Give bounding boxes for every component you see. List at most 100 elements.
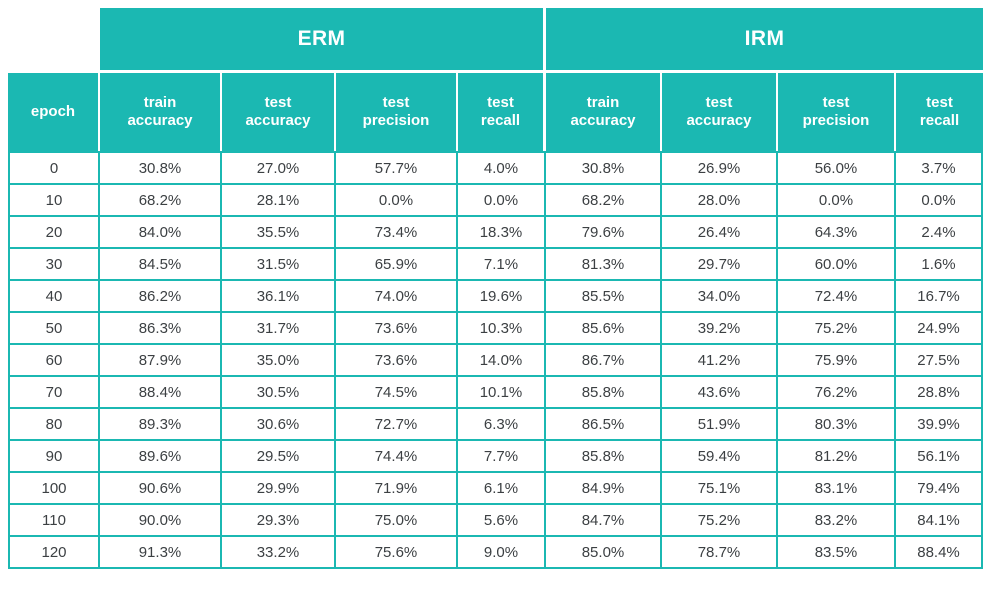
column-header-epoch: epoch [8, 70, 100, 151]
cell-metric: 10.3% [458, 313, 546, 345]
cell-metric: 75.2% [778, 313, 896, 345]
column-header-line1: test [705, 93, 733, 111]
cell-metric: 41.2% [662, 345, 778, 377]
cell-metric: 7.7% [458, 441, 546, 473]
cell-metric: 30.5% [222, 377, 336, 409]
cell-metric: 74.5% [336, 377, 458, 409]
cell-metric: 91.3% [100, 537, 222, 569]
cell-metric: 51.9% [662, 409, 778, 441]
cell-metric: 39.9% [896, 409, 984, 441]
cell-metric: 86.7% [546, 345, 662, 377]
column-header-irm-test-accuracy: test accuracy [662, 70, 778, 151]
cell-metric: 28.8% [896, 377, 984, 409]
column-header-line2: accuracy [127, 112, 193, 129]
cell-metric: 72.4% [778, 281, 896, 313]
cell-metric: 83.1% [778, 473, 896, 505]
cell-metric: 36.1% [222, 281, 336, 313]
cell-epoch: 100 [8, 473, 100, 505]
cell-metric: 76.2% [778, 377, 896, 409]
cell-metric: 68.2% [100, 185, 222, 217]
cell-epoch: 110 [8, 505, 100, 537]
table-row: 110 90.0% 29.3% 75.0% 5.6% 84.7% 75.2% 83.2% 84.… [8, 505, 984, 537]
cell-metric: 60.0% [778, 249, 896, 281]
cell-epoch: 80 [8, 409, 100, 441]
cell-metric: 72.7% [336, 409, 458, 441]
cell-metric: 73.6% [336, 345, 458, 377]
group-header-irm: IRM [546, 8, 984, 70]
cell-metric: 43.6% [662, 377, 778, 409]
cell-epoch: 60 [8, 345, 100, 377]
column-header-erm-test-accuracy: test accuracy [222, 70, 336, 151]
cell-metric: 68.2% [546, 185, 662, 217]
column-header-line2: accuracy [570, 112, 636, 129]
table-row: 80 89.3% 30.6% 72.7% 6.3% 86.5% 51.9% 80.3% 39.9… [8, 409, 984, 441]
cell-metric: 27.5% [896, 345, 984, 377]
cell-metric: 64.3% [778, 217, 896, 249]
cell-epoch: 50 [8, 313, 100, 345]
cell-metric: 31.7% [222, 313, 336, 345]
cell-metric: 29.7% [662, 249, 778, 281]
cell-metric: 56.1% [896, 441, 984, 473]
cell-metric: 6.3% [458, 409, 546, 441]
cell-metric: 57.7% [336, 151, 458, 185]
cell-epoch: 0 [8, 151, 100, 185]
cell-metric: 59.4% [662, 441, 778, 473]
cell-metric: 19.6% [458, 281, 546, 313]
cell-metric: 71.9% [336, 473, 458, 505]
cell-metric: 26.9% [662, 151, 778, 185]
table-row: 70 88.4% 30.5% 74.5% 10.1% 85.8% 43.6% 76.2% 28.… [8, 377, 984, 409]
cell-epoch: 10 [8, 185, 100, 217]
table-row: 10 68.2% 28.1% 0.0% 0.0% 68.2% 28.0% 0.0% 0.0% [8, 185, 984, 217]
cell-metric: 79.6% [546, 217, 662, 249]
cell-metric: 75.0% [336, 505, 458, 537]
cell-metric: 2.4% [896, 217, 984, 249]
cell-metric: 84.1% [896, 505, 984, 537]
cell-metric: 1.6% [896, 249, 984, 281]
cell-metric: 6.1% [458, 473, 546, 505]
cell-epoch: 90 [8, 441, 100, 473]
cell-metric: 0.0% [458, 185, 546, 217]
group-header-empty [8, 8, 100, 70]
results-table-container: ERM IRM epoch train accuracy test accura… [8, 8, 984, 575]
cell-metric: 86.5% [546, 409, 662, 441]
cell-metric: 5.6% [458, 505, 546, 537]
cell-metric: 18.3% [458, 217, 546, 249]
cell-metric: 85.0% [546, 537, 662, 569]
column-header-erm-test-precision: test precision [336, 70, 458, 151]
cell-metric: 84.9% [546, 473, 662, 505]
cell-metric: 65.9% [336, 249, 458, 281]
cell-metric: 75.9% [778, 345, 896, 377]
cell-metric: 89.3% [100, 409, 222, 441]
cell-metric: 75.2% [662, 505, 778, 537]
cell-metric: 27.0% [222, 151, 336, 185]
cell-metric: 9.0% [458, 537, 546, 569]
cell-metric: 3.7% [896, 151, 984, 185]
cell-metric: 0.0% [778, 185, 896, 217]
cell-metric: 80.3% [778, 409, 896, 441]
cell-epoch: 20 [8, 217, 100, 249]
cell-metric: 85.6% [546, 313, 662, 345]
column-header-line2: recall [919, 112, 960, 129]
cell-metric: 35.0% [222, 345, 336, 377]
cell-epoch: 30 [8, 249, 100, 281]
cell-metric: 56.0% [778, 151, 896, 185]
column-header-erm-test-recall: test recall [458, 70, 546, 151]
group-header-row: ERM IRM [8, 8, 984, 70]
results-table: ERM IRM epoch train accuracy test accura… [8, 8, 984, 569]
cell-metric: 85.5% [546, 281, 662, 313]
cell-metric: 28.0% [662, 185, 778, 217]
table-head: ERM IRM epoch train accuracy test accura… [8, 8, 984, 151]
cell-metric: 4.0% [458, 151, 546, 185]
cell-metric: 89.6% [100, 441, 222, 473]
column-header-line1: test [822, 93, 850, 111]
cell-metric: 81.2% [778, 441, 896, 473]
cell-metric: 34.0% [662, 281, 778, 313]
cell-metric: 39.2% [662, 313, 778, 345]
table-row: 0 30.8% 27.0% 57.7% 4.0% 30.8% 26.9% 56.0% 3.7% [8, 151, 984, 185]
column-header-line1: train [586, 93, 620, 111]
table-row: 120 91.3% 33.2% 75.6% 9.0% 85.0% 78.7% 83.5% 88.… [8, 537, 984, 569]
cell-metric: 31.5% [222, 249, 336, 281]
cell-metric: 90.6% [100, 473, 222, 505]
cell-epoch: 40 [8, 281, 100, 313]
table-row: 50 86.3% 31.7% 73.6% 10.3% 85.6% 39.2% 75.2% 24.… [8, 313, 984, 345]
